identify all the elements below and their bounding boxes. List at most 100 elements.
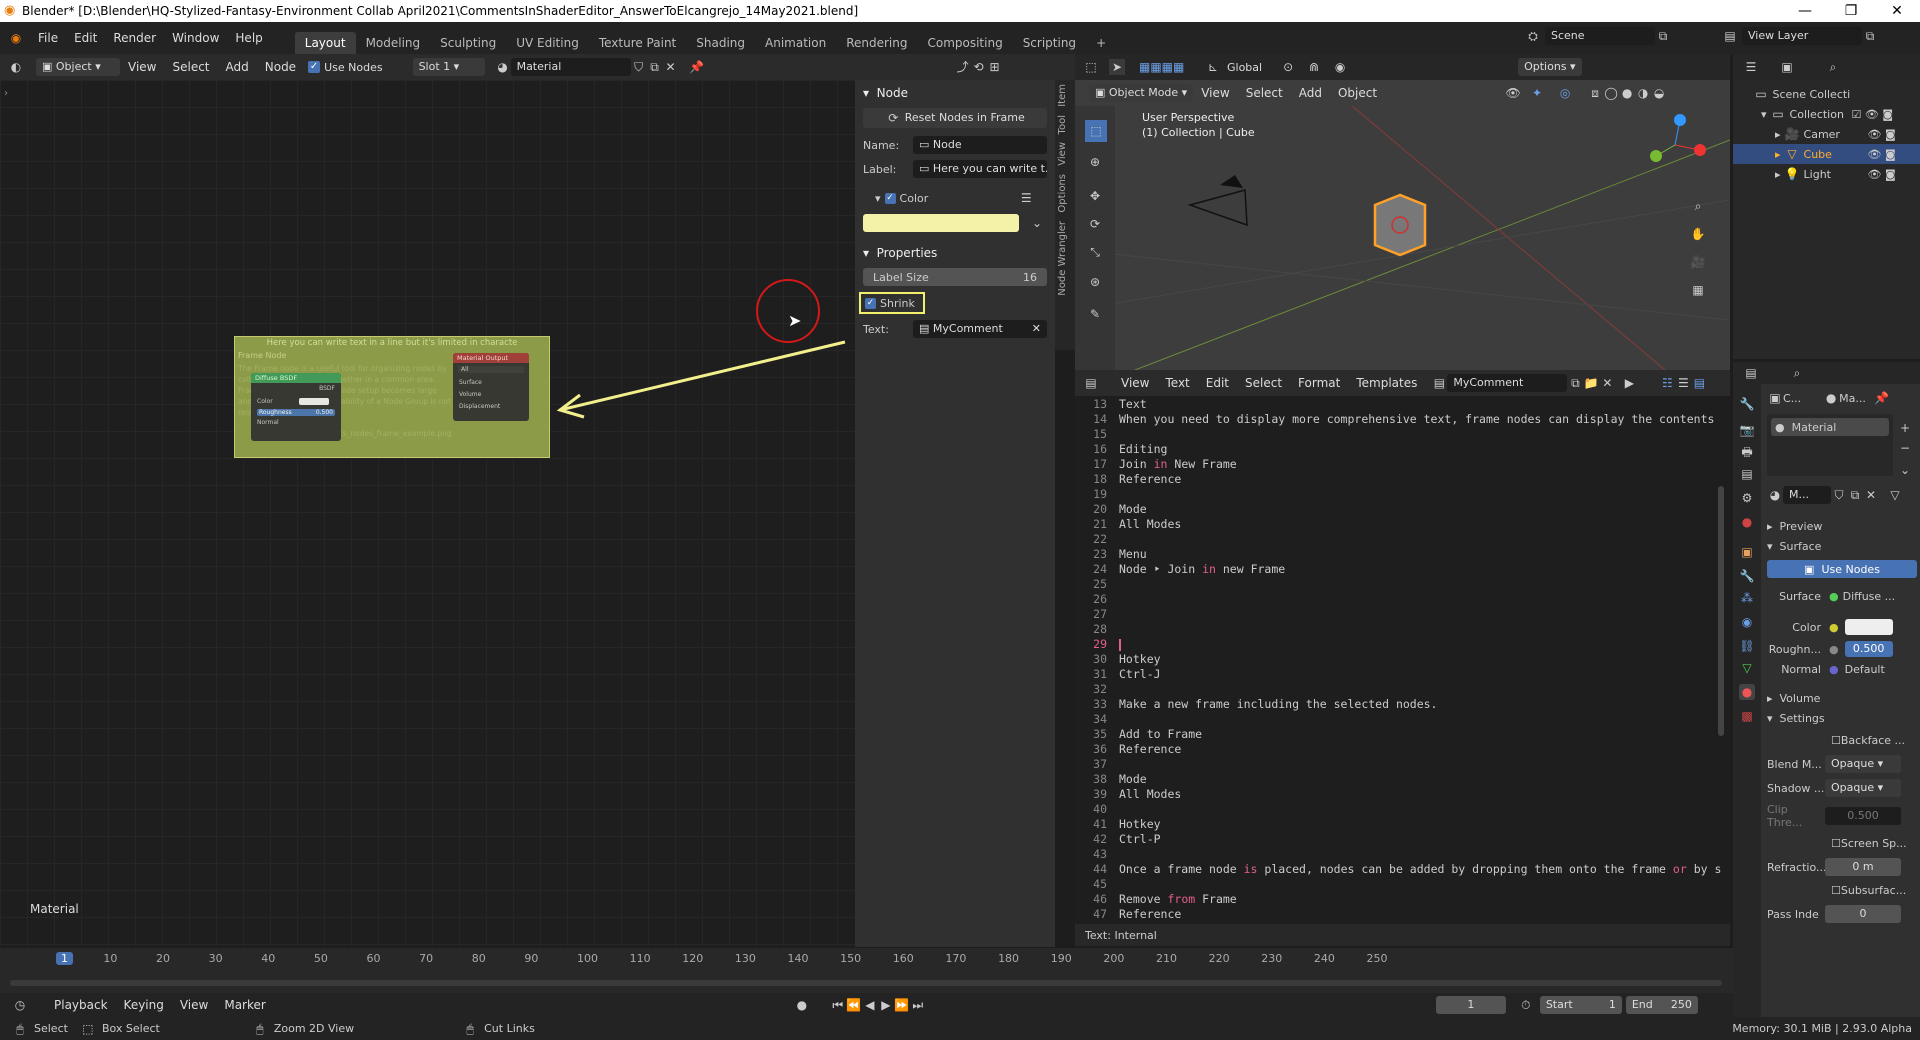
view-layer-field[interactable]: View Layer [1742,27,1862,45]
tab-scripting[interactable]: Scripting [1013,32,1086,54]
tab-texture-paint[interactable]: Texture Paint [589,32,686,54]
text-line[interactable]: 36 Reference [1077,742,1730,757]
outliner-cube[interactable]: ▸ ▽ Cube 👁 ◙ [1733,144,1920,164]
view-layer-selector[interactable]: ▤ View Layer ⧉ [1722,27,1878,45]
render-camera-icon[interactable]: ◙ [1882,108,1893,121]
color-checkbox[interactable]: ✓ [884,192,896,204]
syntax-highlight-icon[interactable]: ▤ [1691,375,1707,391]
timeline-ruler[interactable]: 1 10 20 30 40 50 60 70 80 90 100 110 120 130 140 150 160… [0,948,1733,966]
text-line[interactable]: 37 [1077,757,1730,772]
menu-window[interactable]: Window [164,28,227,48]
text-line[interactable]: 40 [1077,802,1730,817]
text-line[interactable]: 26 [1077,592,1730,607]
list-icon[interactable]: ☰ [1018,190,1034,206]
constraints-tab-icon[interactable]: ⛓ [1739,638,1755,654]
mode-dropdown[interactable]: ▣ Object Mode ▾ [1089,84,1194,102]
label-field[interactable]: ▭ Here you can write t... [913,160,1047,178]
text-line[interactable]: 44 Once a frame node is placed, nodes can… [1077,862,1730,877]
tab-sculpting[interactable]: Sculpting [430,32,506,54]
text-line[interactable]: 39 All Modes [1077,787,1730,802]
menu-edit[interactable]: Edit [66,28,105,48]
orientation-icon[interactable]: ⊾ [1205,59,1221,75]
cursor-tool-icon[interactable]: ⊕ [1087,154,1103,170]
new-scene-icon[interactable]: ⧉ [1655,28,1671,44]
viewport-editor-icon[interactable]: ⬚ [1083,59,1099,75]
blender-menu-icon[interactable]: ◉ [8,30,24,46]
outliner-camera[interactable]: ▸ 🎥 Camer 👁 ◙ [1753,124,1920,144]
text-line[interactable]: 47 Reference [1077,907,1730,922]
text-line[interactable]: 42 Ctrl-P [1077,832,1730,847]
text-line[interactable]: 18 Reference [1077,472,1730,487]
unlink-icon[interactable]: ✕ [1863,487,1879,503]
wireframe-shading-icon[interactable]: ◯ [1603,85,1619,101]
object-type-dropdown[interactable]: ▣ Object ▾ [36,58,120,76]
screen-space-checkbox[interactable]: ☐ Screen Sp... [1767,837,1917,850]
surface-value[interactable]: Diffuse ... [1843,590,1896,603]
label-size-slider[interactable]: Label Size 16 [863,268,1047,286]
line-numbers-icon[interactable]: ☷ [1659,375,1675,391]
properties-section-header[interactable]: ▾ Properties [855,232,1055,266]
tab-view[interactable]: View [1055,138,1070,170]
eye-icon[interactable]: 👁 [1868,168,1882,181]
text-datablock-field[interactable]: ▤ MyComment ✕ [913,320,1047,338]
preview-panel-header[interactable]: ▸ Preview [1767,516,1917,536]
menu-help[interactable]: Help [227,28,270,48]
material-slot-item[interactable]: ● Material [1771,418,1889,436]
timeline-scrollbar[interactable] [10,980,1722,986]
text-scrollbar[interactable] [1718,486,1724,736]
color-subpanel-header[interactable]: ▾ ✓ Color ☰ [875,190,1035,206]
material-browse-icon[interactable]: ◕ [495,59,511,75]
pin-icon[interactable]: 📌 [689,59,705,75]
add-workspace-icon[interactable]: + [1086,32,1116,54]
select-box-tool-icon[interactable]: ⬚ [1085,120,1107,142]
cube-object[interactable] [1365,190,1440,265]
render-tab-icon[interactable]: 📷 [1739,422,1755,438]
tab-compositing[interactable]: Compositing [917,32,1012,54]
material-field[interactable]: Material [510,58,631,76]
data-tab-icon[interactable]: ▽ [1739,660,1755,676]
start-frame-field[interactable]: Start 1 [1539,996,1622,1014]
texture-tab-icon[interactable]: ▩ [1739,708,1755,724]
text-line[interactable]: 16 Editing [1077,442,1730,457]
text-line[interactable]: 43 [1077,847,1730,862]
text-line[interactable]: 24 Node ‣ Join in new Frame [1077,562,1730,577]
select-tool-icon[interactable]: ➤ [1109,59,1125,75]
navigation-gizmo[interactable] [1640,110,1710,180]
volume-panel-header[interactable]: ▸ Volume [1767,688,1917,708]
node-editor-canvas[interactable]: › Here you can write text in a line but … [0,80,855,947]
snap-icon[interactable]: ⟲ [971,59,987,75]
record-icon[interactable]: ● [794,997,810,1013]
modifier-tab-icon[interactable]: 🔧 [1739,568,1755,584]
render-camera-icon[interactable]: ◙ [1885,148,1896,161]
timeline[interactable]: 1 10 20 30 40 50 60 70 80 90 100 110 120 130 140 150 160… [0,948,1733,1017]
properties-search-icon[interactable]: ⌕ [1789,365,1805,381]
tab-uv-editing[interactable]: UV Editing [506,32,589,54]
tab-node-wrangler[interactable]: Node Wrangler [1055,217,1070,300]
tool-tab-icon[interactable]: 🔧 [1739,396,1755,412]
text-menu-text[interactable]: Text [1157,373,1197,393]
view-layer-tab-icon[interactable]: ▤ [1739,466,1755,482]
frame-color-swatch[interactable] [863,214,1019,232]
tab-tool[interactable]: Tool [1055,111,1070,138]
render-camera-icon[interactable]: ◙ [1885,128,1896,141]
timeline-menu-view[interactable]: View [172,995,216,1015]
link-type-icon[interactable]: ▽ [1887,487,1903,503]
node-menu-node[interactable]: Node [257,57,304,77]
world-tab-icon[interactable]: ● [1739,514,1755,530]
eye-icon[interactable]: 👁 [1868,148,1882,161]
physics-tab-icon[interactable]: ◉ [1739,614,1755,630]
unlink-text-icon[interactable]: ✕ [1599,375,1615,391]
color-presets-icon[interactable]: ⌄ [1029,215,1045,231]
scene-selector[interactable]: ⛭ Scene ⧉ [1525,27,1671,45]
text-line[interactable]: 29 [1077,637,1730,652]
zoom-icon[interactable]: ⌕ [1690,198,1706,214]
text-menu-edit[interactable]: Edit [1198,373,1237,393]
editor-type-icon[interactable]: ◐ [8,59,24,75]
outliner-light[interactable]: ▸ 💡 Light 👁 ◙ [1753,164,1920,184]
tab-layout[interactable]: Layout [294,32,356,54]
use-nodes-button[interactable]: ▣ Use Nodes [1767,560,1917,578]
unlink-icon[interactable]: ✕ [663,59,679,75]
subsurface-checkbox[interactable]: ☐ Subsurfac... [1767,884,1917,897]
name-field[interactable]: ▭ Node [913,136,1047,154]
checkbox-icon[interactable]: ☑ [1852,108,1862,121]
